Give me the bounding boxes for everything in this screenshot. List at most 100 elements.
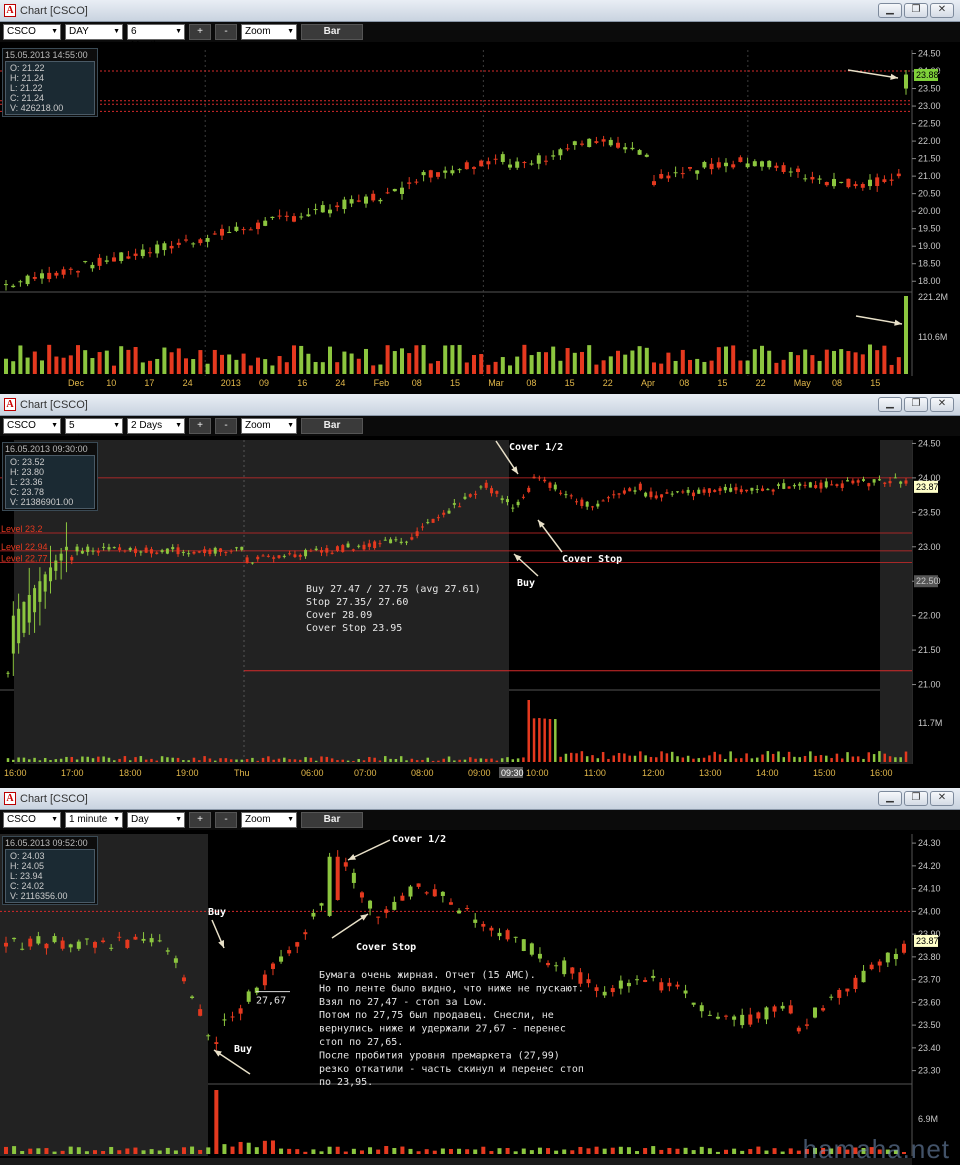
zoom-in-button[interactable]: + <box>189 24 211 40</box>
daily-volume-bar <box>637 346 642 374</box>
daily-volume-bar <box>493 361 498 374</box>
daily-volume-bar <box>846 351 851 374</box>
ohlc-info-box: 16.05.2013 09:30:00 O: 23.52 H: 23.80 L:… <box>2 442 98 511</box>
one-min-volume-bar <box>376 1149 381 1154</box>
period-select[interactable]: 1 minute <box>65 812 123 828</box>
five-min-candle <box>208 549 212 555</box>
one-min-volume-bar <box>497 1148 502 1154</box>
five-min-candle <box>415 531 419 537</box>
five-min-candle <box>707 488 711 493</box>
symbol-select[interactable]: CSCO <box>3 812 61 828</box>
window-titlebar[interactable]: A Chart [CSCO] ▁ ❐ ✕ <box>0 788 960 810</box>
daily-candle <box>11 285 16 288</box>
zoom-out-button[interactable]: - <box>215 418 237 434</box>
five-min-volume-bar <box>298 759 302 762</box>
daily-candle <box>126 256 131 259</box>
period-select[interactable]: DAY <box>65 24 123 40</box>
intraday-1min-chart[interactable]: 24.3024.2024.1024.0023.9023.8023.7023.60… <box>0 830 960 1165</box>
symbol-select[interactable]: CSCO <box>3 24 61 40</box>
daily-candle <box>709 163 714 170</box>
close-button[interactable]: ✕ <box>930 397 954 412</box>
window-titlebar[interactable]: A Chart [CSCO] ▁ ❐ ✕ <box>0 0 960 22</box>
daily-volume-bar <box>659 363 664 374</box>
chart-type-button[interactable]: Bar <box>301 24 363 40</box>
period-select[interactable]: 5 minutes <box>65 418 123 445</box>
one-min-candle <box>157 940 162 942</box>
one-min-volume-bar <box>602 1148 607 1154</box>
five-min-candle <box>314 548 318 551</box>
daily-candle <box>479 160 484 167</box>
chart-type-button[interactable]: Bar <box>301 418 363 434</box>
minimize-button[interactable]: ▁ <box>878 3 902 18</box>
zoom-select[interactable]: Zoom <box>241 812 297 828</box>
five-min-volume-bar <box>102 756 105 762</box>
daily-candlestick-chart[interactable]: 24.5024.0023.5023.0022.5022.0021.5021.00… <box>0 42 960 392</box>
one-min-volume-bar <box>198 1149 203 1154</box>
minimize-button[interactable]: ▁ <box>878 791 902 806</box>
five-min-volume-bar <box>442 758 445 762</box>
daily-candle <box>594 141 599 143</box>
five-min-volume-bar <box>128 760 132 762</box>
daily-candle <box>61 269 66 275</box>
cursor-price-label: 22.50 <box>916 576 939 586</box>
five-min-candle <box>351 549 355 551</box>
five-min-volume-bar <box>394 758 398 762</box>
daily-candle <box>169 245 174 249</box>
one-min-candle <box>52 936 57 943</box>
five-min-volume-bar <box>548 718 552 762</box>
five-min-candle <box>288 553 292 555</box>
zoom-select[interactable]: Zoom <box>241 24 297 40</box>
minimize-button[interactable]: ▁ <box>878 397 902 412</box>
five-min-candle <box>819 482 823 489</box>
volume-tick-label: 6.9M <box>918 1114 938 1124</box>
zoom-out-button[interactable]: - <box>215 24 237 40</box>
chart-type-button[interactable]: Bar <box>301 812 363 828</box>
trade-note-line: Cover Stop 23.95 <box>306 623 402 634</box>
daily-candle <box>4 284 8 286</box>
five-min-candle <box>266 555 270 557</box>
five-min-volume-bar <box>740 758 743 762</box>
restore-button[interactable]: ❐ <box>904 791 928 806</box>
info-close: C: 21.24 <box>10 93 45 103</box>
chart-window-5min: A Chart [CSCO] ▁ ❐ ✕ CSCO 5 minutes 2 Da… <box>0 394 960 786</box>
one-min-candle <box>20 948 25 950</box>
daily-candle <box>529 163 534 165</box>
symbol-select[interactable]: CSCO <box>3 418 61 434</box>
five-min-candle <box>43 574 47 592</box>
restore-button[interactable]: ❐ <box>904 3 928 18</box>
date-tick-label: Feb <box>374 378 390 388</box>
window-titlebar[interactable]: A Chart [CSCO] ▁ ❐ ✕ <box>0 394 960 416</box>
daily-candle <box>623 147 628 150</box>
zoom-select[interactable]: Zoom <box>241 418 297 434</box>
cover-half-label: Cover 1/2 <box>392 834 446 845</box>
five-min-candle <box>160 550 164 553</box>
range-select[interactable]: 6 Months <box>127 24 185 51</box>
range-select[interactable]: 2 Days <box>127 418 185 434</box>
five-min-volume-bar <box>506 757 509 762</box>
daily-volume-bar <box>724 346 728 374</box>
daily-volume-bar <box>18 345 23 374</box>
restore-button[interactable]: ❐ <box>904 397 928 412</box>
zoom-in-button[interactable]: + <box>189 418 211 434</box>
close-button[interactable]: ✕ <box>930 3 954 18</box>
one-min-volume-bar <box>683 1147 688 1154</box>
range-select[interactable]: Day <box>127 812 185 828</box>
daily-volume-bar <box>112 365 116 374</box>
one-min-volume-bar <box>392 1147 397 1154</box>
intraday-5min-chart[interactable]: Level 23.2Level 22.94Level 22.7724.5024.… <box>0 436 960 786</box>
close-button[interactable]: ✕ <box>930 791 954 806</box>
volume-tick-label: 110.6M <box>918 332 947 342</box>
five-min-volume-bar <box>245 759 249 762</box>
one-min-candle <box>109 947 114 949</box>
zoom-in-button[interactable]: + <box>189 812 211 828</box>
five-min-candle <box>373 541 377 549</box>
daily-candle <box>385 192 390 194</box>
time-tick-label: 16:00 <box>4 768 27 778</box>
one-min-candle <box>764 1007 769 1020</box>
five-min-candle <box>38 581 42 602</box>
one-min-candle <box>586 979 591 984</box>
zoom-out-button[interactable]: - <box>215 812 237 828</box>
five-min-candle <box>761 488 765 491</box>
daily-candle <box>349 199 354 204</box>
five-min-candle <box>893 477 897 479</box>
